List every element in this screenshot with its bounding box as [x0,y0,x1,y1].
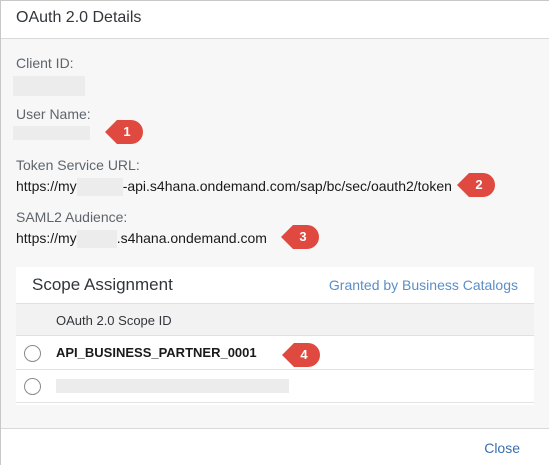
annotation-badge-2: 2 [457,173,495,197]
annotation-badge-4: 4 [282,343,320,367]
saml-prefix: https://my [16,230,77,246]
row-radio-button[interactable] [24,345,41,362]
dialog-footer: Close [1,428,549,465]
table-row[interactable] [16,370,534,403]
saml-redacted [76,230,117,249]
dialog-header: OAuth 2.0 Details [1,1,549,39]
saml-audience-value: https://my .s4hana.ondemand.com [16,230,267,249]
token-url-value: https://my -api.s4hana.ondemand.com/sap/b… [16,178,452,197]
row-radio-button[interactable] [24,378,41,395]
column-header-scope-id: OAuth 2.0 Scope ID [56,313,172,328]
close-button[interactable]: Close [484,440,520,456]
client-id-redacted-value [13,76,85,96]
token-url-label: Token Service URL: [16,157,140,173]
client-id-label: Client ID: [16,55,74,71]
dialog-title: OAuth 2.0 Details [16,9,142,26]
user-name-redacted-value [13,126,90,140]
saml-audience-label: SAML2 Audience: [16,209,128,225]
user-name-label: User Name: [16,106,91,122]
scope-table-header: OAuth 2.0 Scope ID [16,303,534,336]
token-url-suffix: -api.s4hana.ondemand.com/sap/bc/sec/oaut… [122,178,452,194]
token-url-redacted [76,178,123,197]
token-url-prefix: https://my [16,178,77,194]
annotation-badge-3: 3 [281,225,319,249]
dialog-content: Client ID: User Name: 1 Token Service UR… [1,39,549,428]
table-row[interactable]: API_BUSINESS_PARTNER_0001 [16,337,534,370]
oauth-details-dialog: OAuth 2.0 Details Client ID: User Name: … [0,0,549,465]
saml-suffix: .s4hana.ondemand.com [116,230,267,246]
scope-id-cell: API_BUSINESS_PARTNER_0001 [56,345,257,360]
scope-assignment-title: Scope Assignment [32,275,173,294]
scope-assignment-panel: Scope Assignment Granted by Business Cat… [16,267,534,405]
granted-by-business-catalogs-link[interactable]: Granted by Business Catalogs [329,277,518,293]
redacted-scope-id-cell [56,379,289,393]
annotation-badge-1: 1 [105,120,143,144]
